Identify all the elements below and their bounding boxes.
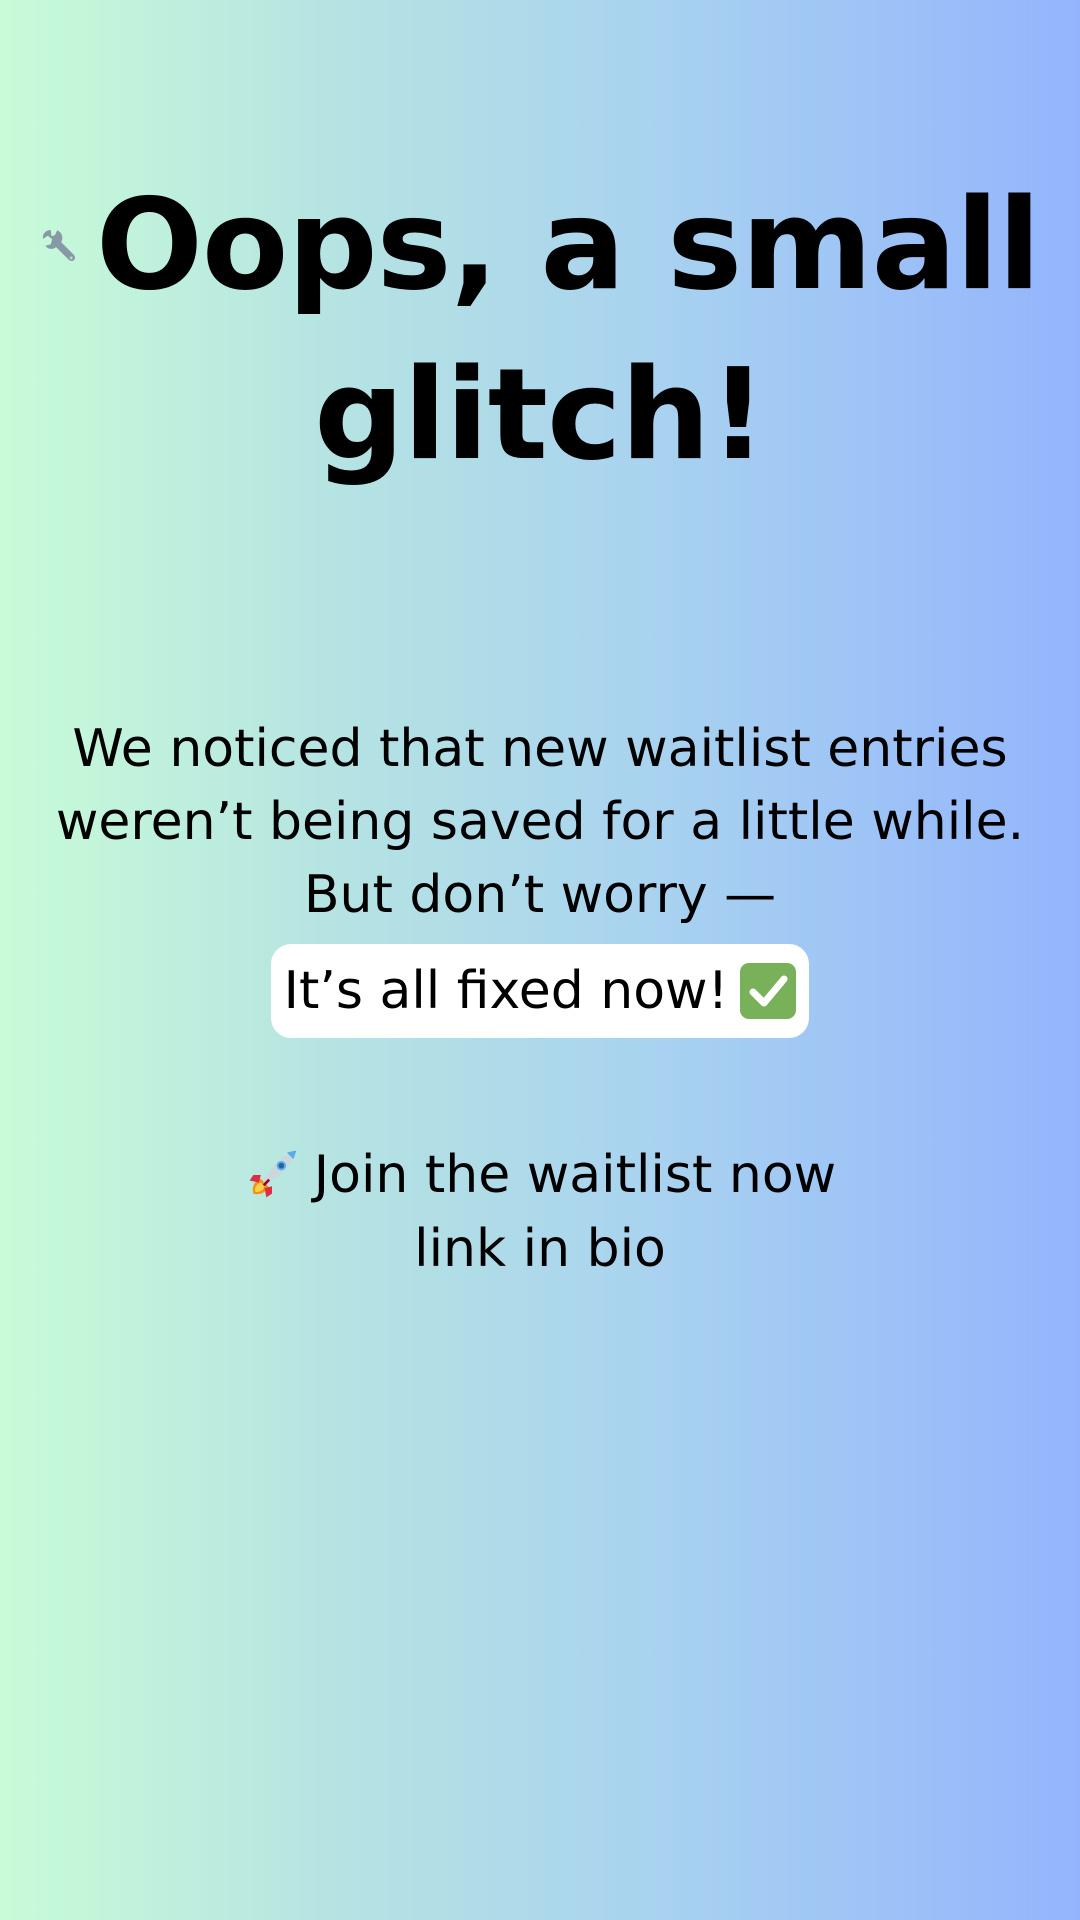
message-line-2: weren’t being saved for a little while. bbox=[55, 792, 1025, 852]
rocket-icon bbox=[244, 1147, 300, 1203]
background: Oops, a small glitch! We noticed that ne… bbox=[0, 0, 1080, 1920]
headline-line-2: glitch! bbox=[314, 341, 767, 488]
fixed-status-text: It’s all fixed now! bbox=[283, 961, 729, 1021]
call-to-action: Join the waitlist now link in bio bbox=[40, 1138, 1040, 1286]
message-line-3: But don’t worry — bbox=[303, 865, 777, 925]
checkmark-icon bbox=[740, 963, 797, 1019]
message-line-1: We noticed that new waitlist entries bbox=[72, 719, 1008, 779]
message: We noticed that new waitlist entries wer… bbox=[30, 713, 1050, 932]
wrench-icon bbox=[40, 180, 76, 310]
fixed-status-badge: It’s all fixed now! bbox=[271, 944, 809, 1038]
headline-line-1: Oops, a small bbox=[40, 160, 1041, 330]
cta-line-2: link in bio bbox=[414, 1219, 666, 1279]
cta-line-1: Join the waitlist now bbox=[40, 1138, 1040, 1212]
headline-text-1: Oops, a small bbox=[95, 171, 1041, 318]
cta-text-1: Join the waitlist now bbox=[313, 1145, 837, 1205]
headline: Oops, a small glitch! bbox=[40, 160, 1041, 500]
